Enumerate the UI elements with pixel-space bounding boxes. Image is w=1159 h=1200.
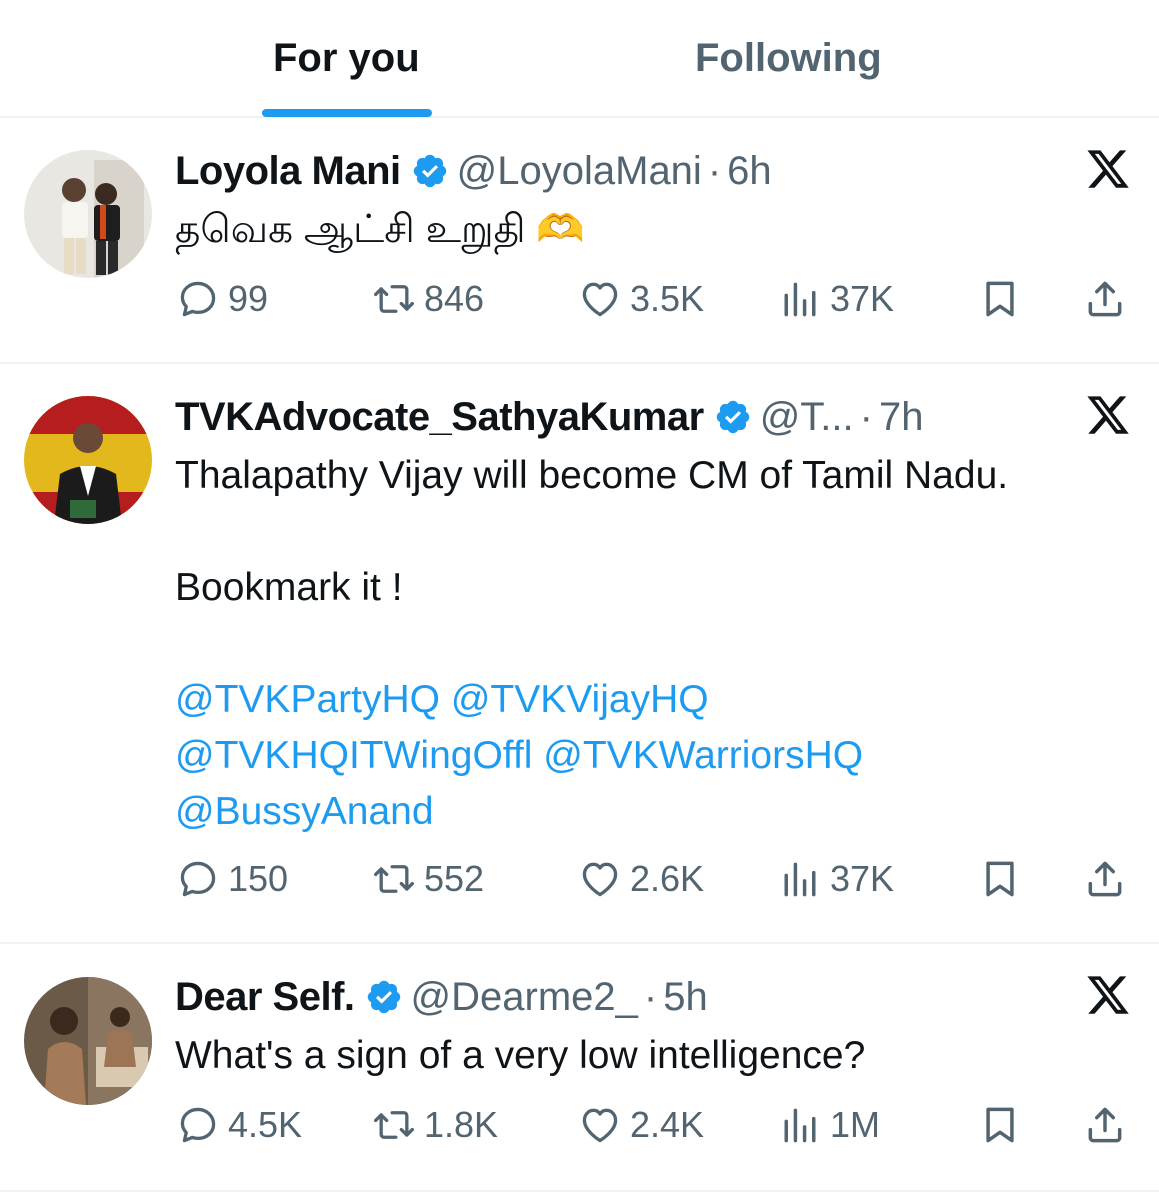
share-button[interactable] (1083, 857, 1127, 901)
reply-button[interactable]: 99 (176, 277, 268, 321)
tweet-text: தவெக ஆட்சி உறுதி 🫶 (175, 202, 585, 258)
tweet-text-line: தவெக ஆட்சி உறுதி 🫶 (175, 208, 585, 251)
tweet-card[interactable]: TVKAdvocate_SathyaKumar @T... · 7h Thala… (0, 364, 1159, 944)
retweet-button[interactable]: 552 (372, 857, 484, 901)
views-button[interactable]: 37K (778, 857, 894, 901)
share-icon (1083, 1103, 1127, 1147)
tweet-header: TVKAdvocate_SathyaKumar @T... · 7h (175, 393, 923, 441)
reply-count: 4.5K (228, 1104, 303, 1145)
mention-link[interactable]: @TVKPartyHQ (175, 678, 440, 721)
tweet-text-line: Bookmark it ! (175, 566, 403, 609)
tweet-text-line: Thalapathy Vijay will become CM of Tamil… (175, 454, 1009, 497)
tab-following[interactable]: Following (695, 36, 882, 81)
x-logo-icon[interactable] (1085, 146, 1131, 192)
views-chart-icon (778, 1103, 822, 1147)
bookmark-icon (978, 277, 1022, 321)
share-icon (1083, 277, 1127, 321)
tweet-card[interactable]: Dear Self. @Dearme2_ · 5h What's a sign … (0, 944, 1159, 1192)
bookmark-button[interactable] (978, 277, 1022, 321)
mention-link[interactable]: @TVKWarriorsHQ (543, 734, 863, 777)
tweet-text: Thalapathy Vijay will become CM of Tamil… (175, 448, 1008, 840)
display-name[interactable]: Loyola Mani (175, 149, 401, 194)
views-chart-icon (778, 277, 822, 321)
views-chart-icon (778, 857, 822, 901)
like-button[interactable]: 3.5K (578, 277, 704, 321)
retweet-count: 1.8K (424, 1104, 499, 1145)
retweet-count: 846 (424, 278, 485, 319)
tweet-text: What's a sign of a very low intelligence… (175, 1028, 865, 1084)
like-count: 2.6K (630, 858, 705, 899)
like-count: 3.5K (630, 278, 705, 319)
mention-link[interactable]: @BussyAnand (175, 790, 434, 833)
handle[interactable]: @LoyolaMani (457, 149, 702, 194)
timestamp[interactable]: 5h (663, 975, 708, 1020)
tweet-text-line: What's a sign of a very low intelligence… (175, 1034, 866, 1077)
handle[interactable]: @Dearme2_ (411, 975, 638, 1020)
retweet-button[interactable]: 846 (372, 277, 484, 321)
active-tab-indicator (262, 109, 432, 117)
retweet-button[interactable]: 1.8K (372, 1103, 498, 1147)
bookmark-button[interactable] (978, 1103, 1022, 1147)
verified-badge-icon (411, 152, 449, 190)
mention-link[interactable]: @TVKHQITWingOffl (175, 734, 532, 777)
timestamp[interactable]: 7h (879, 395, 924, 440)
tweet-actions: 4.5K 1.8K 2.4K 1M (0, 1103, 1159, 1153)
heart-icon (578, 1103, 622, 1147)
tweet-header: Dear Self. @Dearme2_ · 5h (175, 973, 708, 1021)
retweet-icon (372, 277, 416, 321)
like-button[interactable]: 2.4K (578, 1103, 704, 1147)
bookmark-icon (978, 857, 1022, 901)
tweet-header: Loyola Mani @LoyolaMani · 6h (175, 147, 772, 195)
reply-button[interactable]: 150 (176, 857, 288, 901)
x-logo-icon[interactable] (1085, 972, 1131, 1018)
retweet-count: 552 (424, 858, 485, 899)
separator-dot: · (707, 148, 722, 193)
view-count: 1M (830, 1104, 881, 1145)
reply-button[interactable]: 4.5K (176, 1103, 302, 1147)
view-count: 37K (830, 858, 895, 899)
separator-dot: · (643, 974, 658, 1019)
bookmark-icon (978, 1103, 1022, 1147)
heart-icon (578, 277, 622, 321)
tweet-actions: 150 552 2.6K 37K (0, 857, 1159, 907)
heart-icon (578, 857, 622, 901)
reply-icon (176, 277, 220, 321)
share-icon (1083, 857, 1127, 901)
retweet-icon (372, 1103, 416, 1147)
handle[interactable]: @T... (760, 395, 854, 440)
reply-icon (176, 1103, 220, 1147)
verified-badge-icon (714, 398, 752, 436)
verified-badge-icon (365, 978, 403, 1016)
separator-dot: · (859, 394, 873, 439)
avatar[interactable] (24, 150, 152, 278)
reply-count: 150 (228, 858, 289, 899)
tweet-card[interactable]: Loyola Mani @LoyolaMani · 6h தவெக ஆட்சி … (0, 120, 1159, 364)
avatar[interactable] (24, 977, 152, 1105)
like-button[interactable]: 2.6K (578, 857, 704, 901)
tweet-actions: 99 846 3.5K 37K (0, 277, 1159, 327)
retweet-icon (372, 857, 416, 901)
mention-link[interactable]: @TVKVijayHQ (451, 678, 709, 721)
timestamp[interactable]: 6h (727, 149, 772, 194)
like-count: 2.4K (630, 1104, 705, 1145)
timeline-tabs: For you Following (0, 0, 1159, 118)
reply-icon (176, 857, 220, 901)
avatar[interactable] (24, 396, 152, 524)
views-button[interactable]: 37K (778, 277, 894, 321)
views-button[interactable]: 1M (778, 1103, 880, 1147)
tab-for-you[interactable]: For you (273, 36, 420, 81)
share-button[interactable] (1083, 277, 1127, 321)
view-count: 37K (830, 278, 895, 319)
display-name[interactable]: TVKAdvocate_SathyaKumar (175, 395, 704, 440)
display-name[interactable]: Dear Self. (175, 975, 355, 1020)
x-logo-icon[interactable] (1085, 392, 1131, 438)
bookmark-button[interactable] (978, 857, 1022, 901)
reply-count: 99 (228, 278, 269, 319)
share-button[interactable] (1083, 1103, 1127, 1147)
